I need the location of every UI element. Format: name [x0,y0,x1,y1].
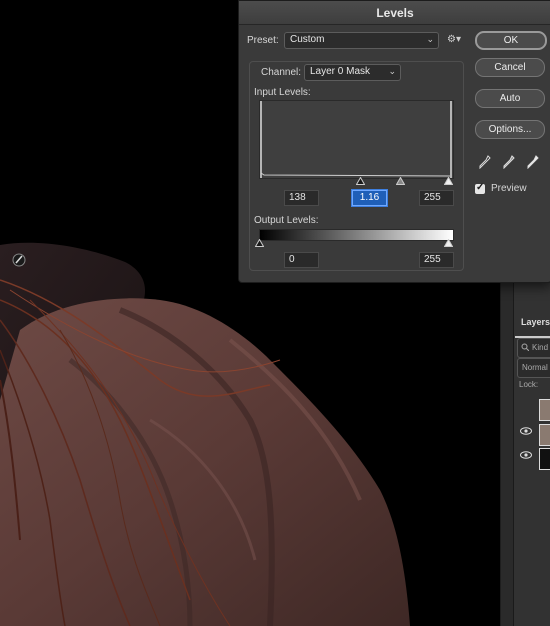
lock-label: Lock: [519,380,539,389]
layer-kind-filter-label: Kind [532,343,549,352]
layer-kind-filter[interactable]: Kind [517,338,550,358]
eyedropper-white-icon[interactable] [527,155,539,169]
preview-checkbox[interactable]: ✓ [475,182,485,194]
layer-thumbnail [539,424,550,446]
output-white-field[interactable]: 255 [419,252,454,268]
layers-panel: Layers Kind Normal Lock: [500,280,550,626]
layer-row[interactable] [515,447,550,470]
levels-dialog: Levels Preset: Custom ⌄ ⚙▾ Channel: Laye… [238,0,550,283]
auto-button[interactable]: Auto [475,89,545,108]
ok-button[interactable]: OK [475,31,547,50]
eye-icon[interactable] [520,451,532,459]
input-black-field[interactable]: 138 [284,190,319,206]
dialog-title: Levels [376,6,414,20]
preset-dropdown[interactable]: Custom ⌄ [284,32,439,49]
layer-row[interactable] [515,423,550,446]
tab-layers[interactable]: Layers [515,310,550,338]
blend-mode-value: Normal [522,363,548,372]
channel-label: Channel: [261,67,302,78]
output-white-value: 255 [424,254,441,265]
channel-dropdown[interactable]: Layer 0 Mask ⌄ [304,64,401,81]
chevron-down-icon: ⌄ [426,34,434,44]
input-white-slider[interactable] [444,177,453,185]
layer-row[interactable] [515,398,550,421]
preset-label: Preset: [247,35,279,46]
eye-icon[interactable] [520,427,532,435]
layer-thumbnail [539,399,550,421]
preview-label: Preview [491,183,527,194]
input-white-value: 255 [424,192,441,203]
chevron-down-icon: ⌄ [388,66,396,76]
options-button[interactable]: Options... [475,120,545,139]
output-gradient-bar [259,229,454,241]
output-black-field[interactable]: 0 [284,252,319,268]
input-gamma-value: 1.16 [359,192,380,203]
output-levels-label: Output Levels: [254,215,319,226]
eyedropper-gray-icon[interactable] [503,155,515,169]
preset-value: Custom [290,34,325,45]
histogram [259,100,454,179]
cancel-button[interactable]: Cancel [475,58,545,77]
histogram-graph [260,101,452,178]
output-black-value: 0 [289,254,295,265]
blend-mode-select[interactable]: Normal [517,358,550,378]
input-levels-label: Input Levels: [254,87,311,98]
output-black-slider[interactable] [255,239,264,247]
input-black-value: 138 [289,192,306,203]
panel-collapse-strip[interactable] [501,280,514,626]
input-gamma-slider[interactable] [396,177,405,185]
layer-thumbnail [539,448,550,470]
tab-layers-label: Layers [521,317,550,327]
input-gamma-field[interactable]: 1.16 [352,190,387,206]
input-white-field[interactable]: 255 [419,190,454,206]
dialog-titlebar[interactable]: Levels [239,1,550,25]
output-white-slider[interactable] [444,239,453,247]
gear-icon[interactable]: ⚙▾ [447,34,461,45]
input-black-slider[interactable] [356,177,365,185]
channel-value: Layer 0 Mask [310,66,371,77]
checkmark-icon: ✓ [476,182,485,193]
eyedropper-black-icon[interactable] [479,155,491,169]
search-icon [521,343,529,351]
